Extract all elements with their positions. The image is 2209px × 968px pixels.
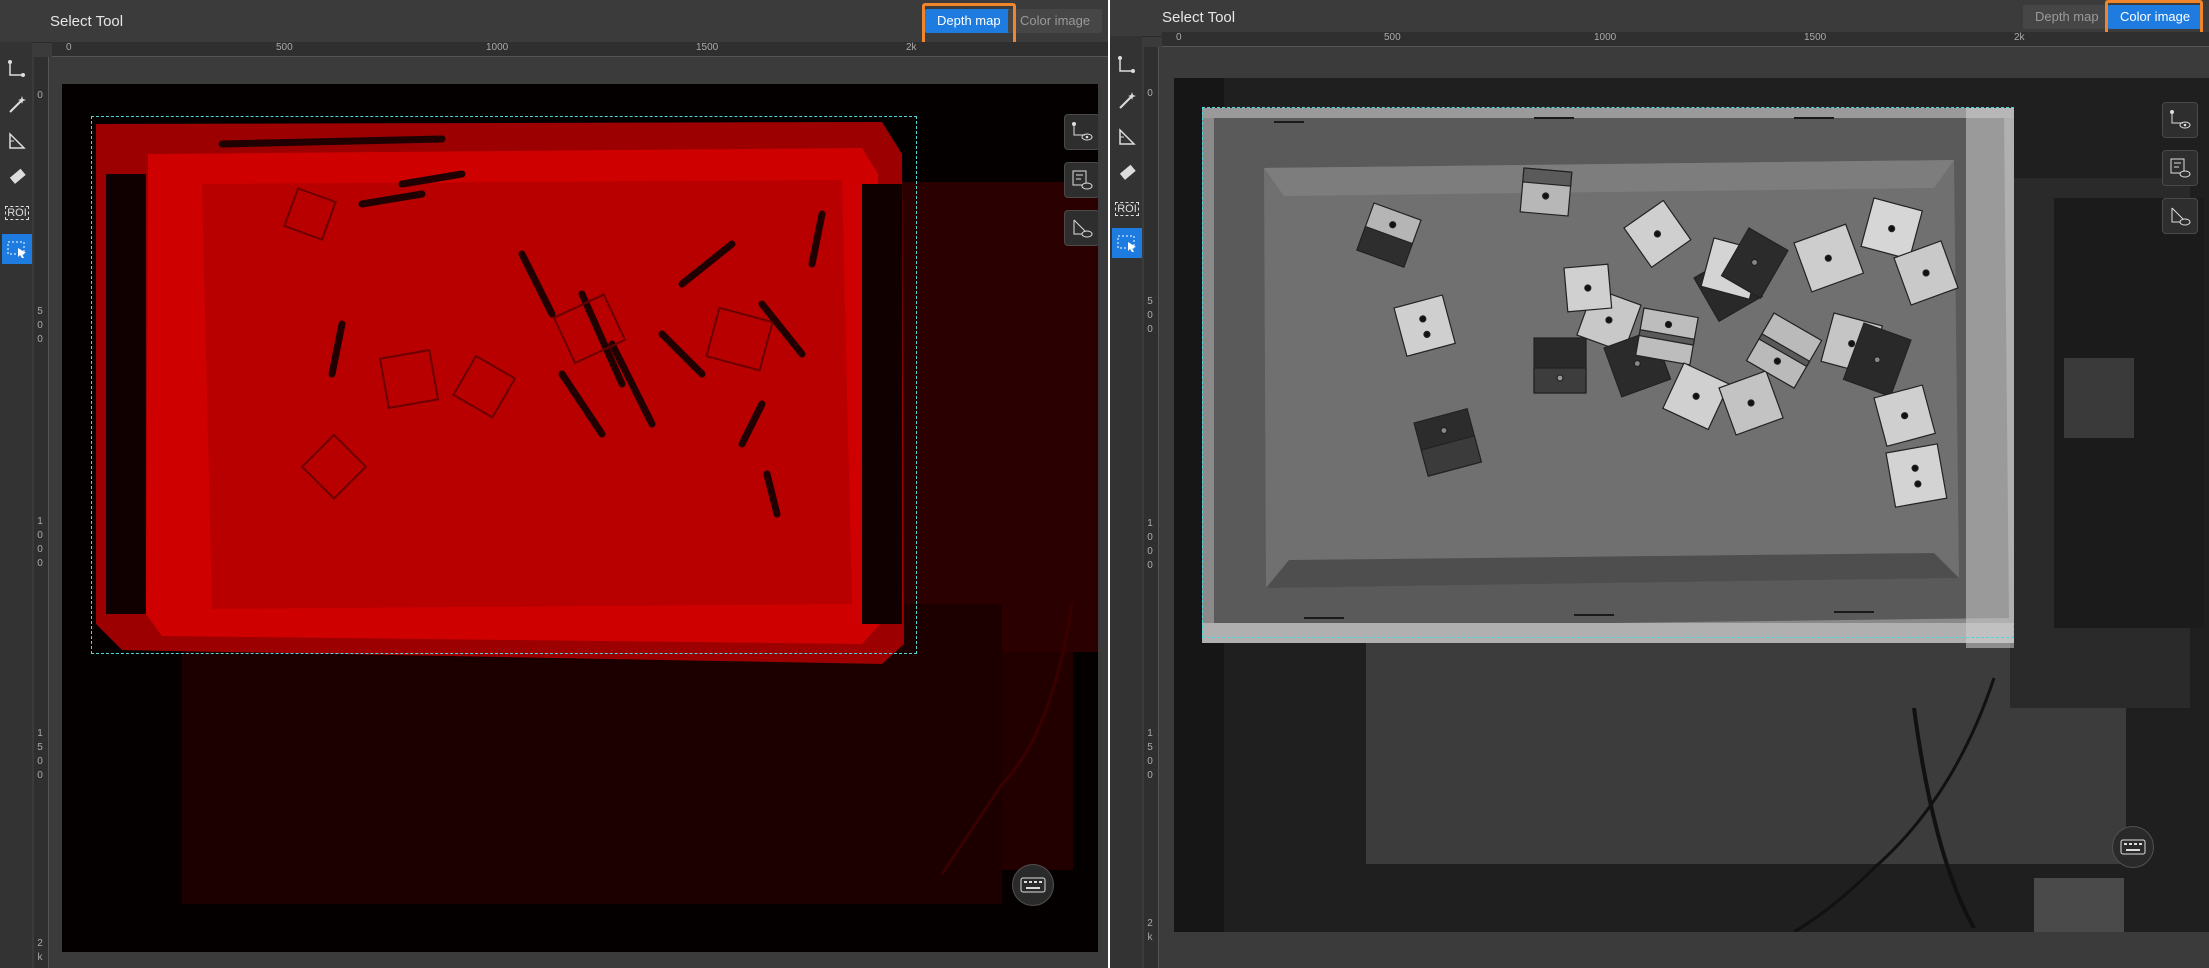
roi-selection-box[interactable] [1202,107,2014,638]
ruler-tick: 1000 [1594,32,1617,43]
ruler-tick: 500 [1147,296,1153,335]
roi-tool[interactable]: ROI [1112,194,1142,224]
color-image-toggle[interactable]: Color image [1008,9,1103,33]
top-ruler: 0 500 1000 1500 2k [1162,32,2209,47]
ruler-tick: 1500 [37,728,43,781]
polygon-tool[interactable] [2,54,32,84]
eraser-icon [1119,164,1136,180]
roi-icon: ROI [5,206,29,220]
depth-map-panel: Select Tool Depth map Color image ROI 0 … [0,0,1108,968]
ruler-tick: 1000 [486,42,509,53]
keyboard-shortcuts-button[interactable] [1012,864,1054,906]
depth-map-canvas[interactable] [62,84,1098,952]
ruler-tool-icon [1119,128,1136,145]
ruler-tool[interactable] [2,126,32,156]
roi-eye-icon [1072,122,1093,141]
color-image-toggle[interactable]: Color image [2108,5,2203,29]
roi-icon: ROI [1115,202,1139,216]
toggle-mask-visibility-button[interactable] [1064,210,1098,246]
ruler-tick: 0 [1176,32,1182,43]
polygon-tool-icon [8,60,25,77]
color-image-canvas[interactable] [1174,78,2209,932]
polygon-tool-icon [1118,56,1135,73]
left-ruler: 0 500 1000 1500 2k [1144,47,1159,968]
ruler-tick: 0 [1147,88,1153,99]
toggle-mask-visibility-button[interactable] [2162,198,2198,234]
depth-map-toggle[interactable]: Depth map [925,9,1013,33]
magic-wand-icon [9,96,26,113]
mask-eye-icon [1073,219,1093,238]
toggle-layer-visibility-button[interactable] [2162,150,2198,186]
select-tool-icon [1117,235,1136,252]
ruler-tick: 2k [2014,32,2025,43]
panel-title: Select Tool [50,13,124,30]
depth-map-toggle[interactable]: Depth map [2023,5,2111,29]
select-tool[interactable] [1112,228,1142,258]
ruler-tick: 500 [276,42,293,53]
ruler-tick: 0 [66,42,72,53]
title-bar: Select Tool Depth map Color image [0,0,1108,46]
ruler-tick: 1500 [1147,728,1153,781]
top-ruler: 0 500 1000 1500 2k [52,42,1108,57]
ruler-tool-icon [9,132,26,149]
ruler-tick: 500 [37,306,43,345]
ruler-tool[interactable] [1112,122,1142,152]
mask-eye-icon [2171,207,2191,226]
ruler-tick: 2k [1147,918,1153,943]
toggle-roi-visibility-button[interactable] [1064,114,1098,150]
left-ruler: 0 500 1000 1500 2k [34,57,49,968]
roi-eye-icon [2170,110,2191,129]
layer-eye-icon [1072,170,1093,190]
tool-sidebar: ROI [0,42,32,968]
tool-sidebar: ROI [1110,36,1142,968]
panel-title: Select Tool [1162,9,1236,26]
ruler-tick: 500 [1384,32,1401,43]
toggle-layer-visibility-button[interactable] [1064,162,1098,198]
toggle-roi-visibility-button[interactable] [2162,102,2198,138]
select-tool-icon [7,241,26,258]
roi-selection-box[interactable] [91,116,917,654]
eraser-tool[interactable] [1112,158,1142,188]
ruler-tick: 0 [37,90,43,101]
keyboard-icon [2120,839,2146,855]
polygon-tool[interactable] [1112,50,1142,80]
keyboard-icon [1020,877,1046,893]
magic-wand-icon [1119,92,1136,109]
layer-eye-icon [2170,158,2191,178]
ruler-tick: 1000 [37,516,43,569]
keyboard-shortcuts-button[interactable] [2112,826,2154,868]
magic-wand-tool[interactable] [1112,86,1142,116]
ruler-tick: 1500 [696,42,719,53]
ruler-tick: 2k [906,42,917,53]
eraser-icon [9,168,26,184]
ruler-tick: 1000 [1147,518,1153,571]
ruler-tick: 2k [37,938,43,963]
eraser-tool[interactable] [2,162,32,192]
color-image-panel: Select Tool Depth map Color image ROI 0 … [1110,0,2209,968]
select-tool[interactable] [2,234,32,264]
magic-wand-tool[interactable] [2,90,32,120]
ruler-tick: 1500 [1804,32,1827,43]
roi-tool[interactable]: ROI [2,198,32,228]
